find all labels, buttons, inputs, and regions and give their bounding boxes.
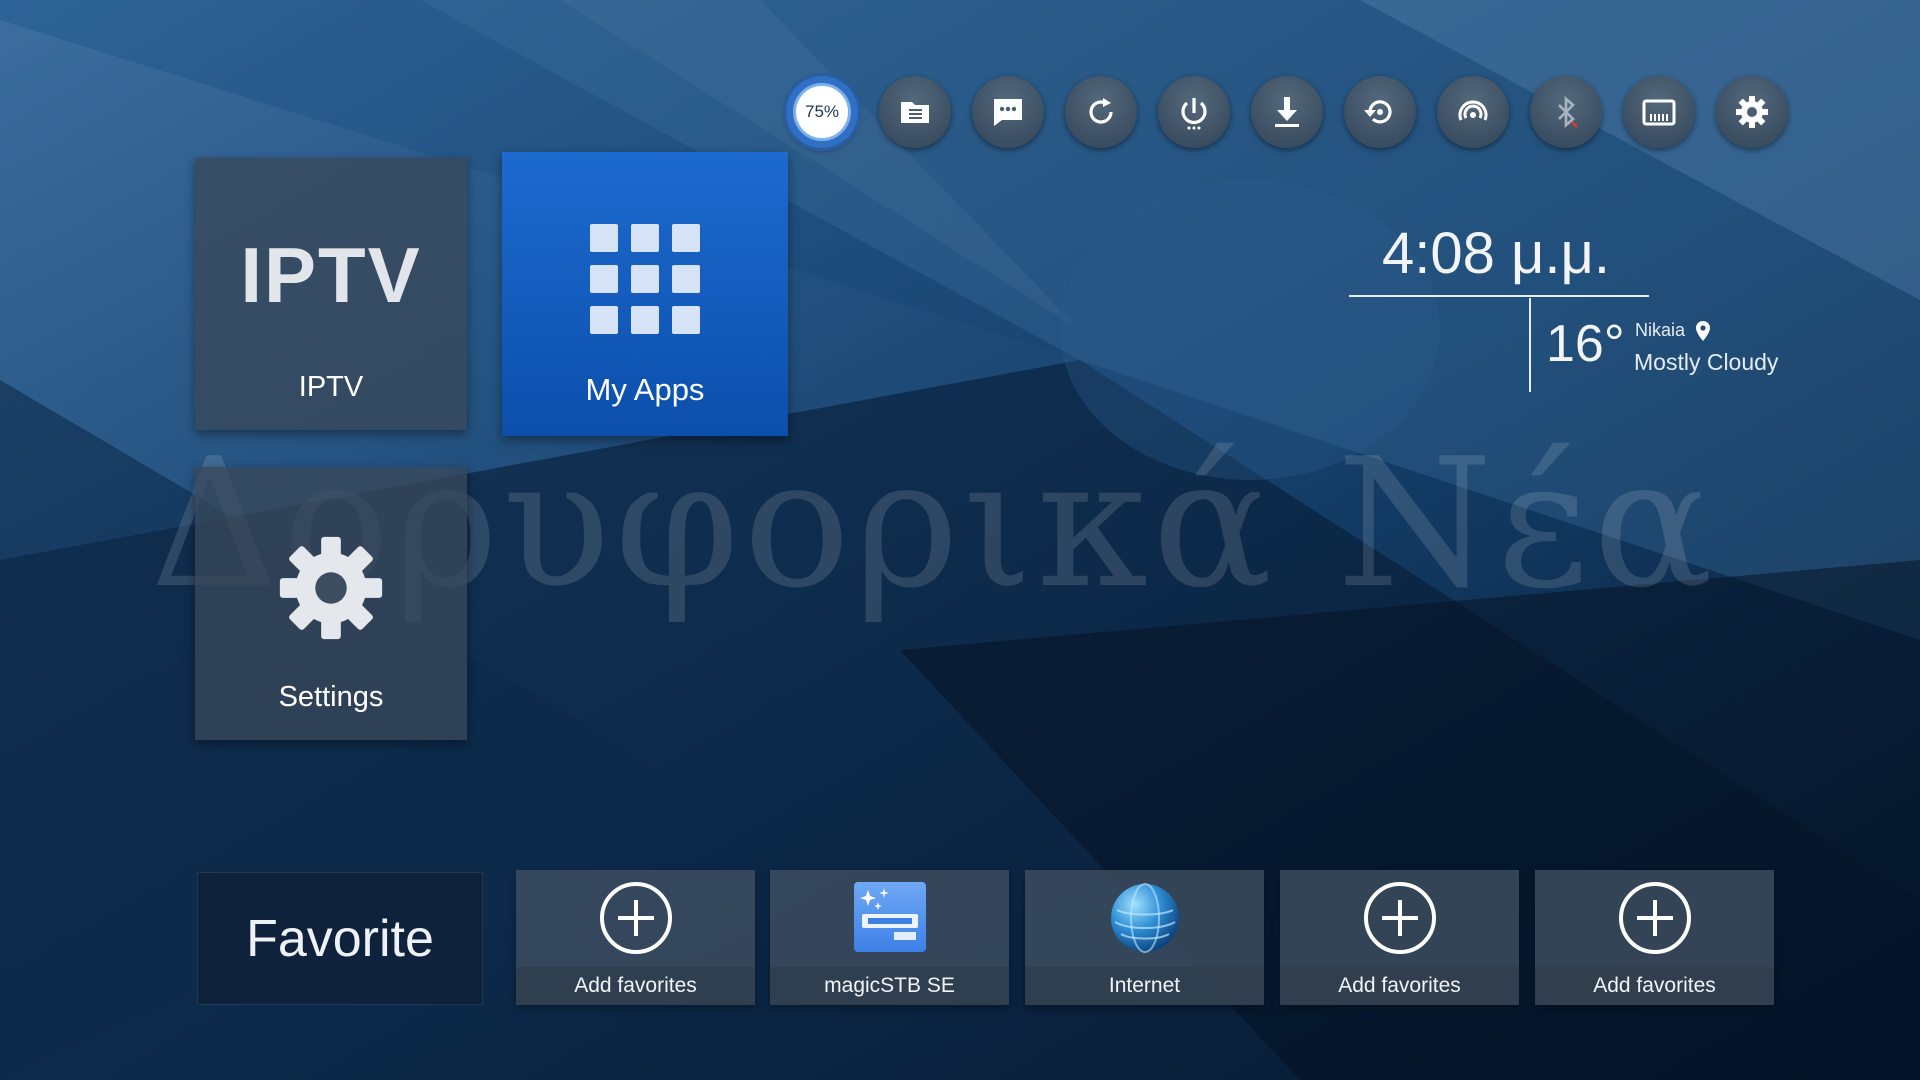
gear-icon bbox=[279, 536, 383, 640]
network-icon bbox=[1458, 100, 1488, 121]
iptv-tile[interactable]: IPTV IPTV bbox=[195, 158, 467, 430]
refresh-icon bbox=[1089, 98, 1113, 124]
weather-city: Nikaia bbox=[1635, 320, 1686, 340]
settings-tile-label: Settings bbox=[278, 681, 384, 713]
favorite-label: Add favorites bbox=[1280, 967, 1519, 1005]
clock-divider bbox=[1349, 295, 1649, 297]
my-apps-tile[interactable]: My Apps bbox=[502, 152, 788, 436]
weather-divider bbox=[1529, 298, 1531, 392]
add-icon bbox=[1363, 882, 1436, 954]
messages-icon bbox=[994, 99, 1022, 126]
settings-icon bbox=[1736, 96, 1768, 128]
add-icon bbox=[1618, 882, 1691, 954]
network-button[interactable] bbox=[1437, 76, 1509, 148]
favorite-slot-add[interactable]: Add favorites bbox=[516, 870, 755, 1005]
favorites-title: Favorite bbox=[197, 872, 483, 1005]
clock-time: 4:08 μ.μ. bbox=[1381, 221, 1611, 286]
apps-grid-icon bbox=[590, 224, 700, 334]
weather-temperature: 16° bbox=[1546, 315, 1625, 373]
favorite-label: magicSTB SE bbox=[770, 967, 1009, 1005]
bluetooth-icon bbox=[1558, 96, 1578, 128]
favorite-label: Internet bbox=[1025, 967, 1264, 1005]
refresh-button[interactable] bbox=[1065, 76, 1137, 148]
iptv-logo: IPTV bbox=[240, 231, 422, 319]
favorite-label: Add favorites bbox=[1535, 967, 1774, 1005]
iptv-tile-label: IPTV bbox=[298, 371, 364, 403]
file-manager-icon bbox=[901, 102, 929, 123]
restore-icon bbox=[1364, 100, 1392, 124]
globe-icon bbox=[1110, 883, 1179, 953]
favorite-magicstb[interactable]: magicSTB SE bbox=[770, 870, 1009, 1005]
messages-button[interactable] bbox=[972, 76, 1044, 148]
top-status-bar: 75% bbox=[786, 76, 1788, 148]
weather-condition: Mostly Cloudy bbox=[1634, 349, 1779, 375]
system-settings-button[interactable] bbox=[1716, 76, 1788, 148]
my-apps-tile-label: My Apps bbox=[585, 372, 705, 407]
favorite-slot-add[interactable]: Add favorites bbox=[1535, 870, 1774, 1005]
file-manager-button[interactable] bbox=[879, 76, 951, 148]
favorite-slot-add[interactable]: Add favorites bbox=[1280, 870, 1519, 1005]
display-button[interactable] bbox=[1623, 76, 1695, 148]
power-button[interactable] bbox=[1158, 76, 1230, 148]
add-icon bbox=[599, 882, 672, 954]
download-icon bbox=[1275, 97, 1299, 127]
magicstb-app-icon bbox=[853, 882, 926, 952]
bluetooth-button[interactable] bbox=[1530, 76, 1602, 148]
power-icon bbox=[1181, 98, 1207, 130]
location-pin-icon bbox=[1696, 320, 1711, 341]
weather-location: Nikaia bbox=[1635, 320, 1711, 341]
favorite-label: Add favorites bbox=[516, 967, 755, 1005]
settings-tile[interactable]: Settings bbox=[195, 467, 467, 740]
restore-button[interactable] bbox=[1344, 76, 1416, 148]
download-button[interactable] bbox=[1251, 76, 1323, 148]
storage-percent: 75% bbox=[793, 83, 851, 141]
display-icon bbox=[1642, 99, 1676, 126]
favorite-internet[interactable]: Internet bbox=[1025, 870, 1264, 1005]
storage-button[interactable]: 75% bbox=[786, 76, 858, 148]
